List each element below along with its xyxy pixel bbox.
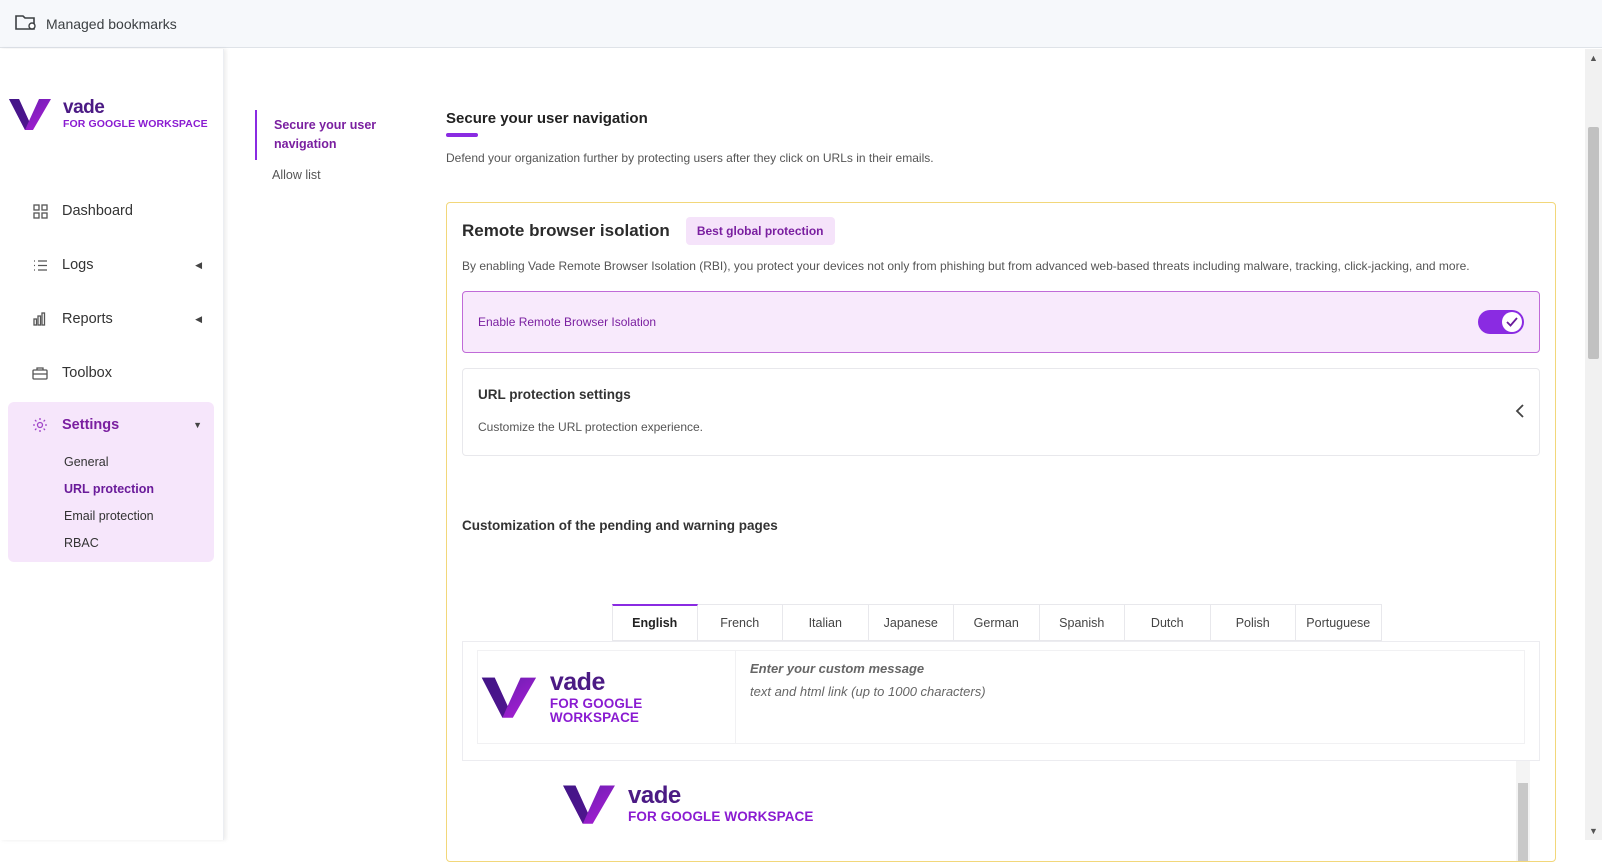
sidebar-item-settings[interactable]: Settings ▼ xyxy=(8,402,214,448)
anchor-nav: Secure your user navigation Allow list xyxy=(255,110,405,191)
tab-polish[interactable]: Polish xyxy=(1210,604,1296,641)
tab-italian[interactable]: Italian xyxy=(783,604,869,641)
url-protection-settings-panel[interactable]: URL protection settings Customize the UR… xyxy=(462,368,1540,456)
url-settings-description: Customize the URL protection experience. xyxy=(478,420,703,434)
rbi-card: Remote browser isolation Best global pro… xyxy=(446,202,1556,862)
custom-message-editor: vade FOR GOOGLE WORKSPACE Enter your cus… xyxy=(462,641,1540,761)
page-scrollbar[interactable]: ▲ ▼ xyxy=(1585,49,1602,840)
tab-french[interactable]: French xyxy=(697,604,783,641)
url-settings-title: URL protection settings xyxy=(478,387,631,402)
preview-scrollbar-thumb[interactable] xyxy=(1518,783,1528,861)
page-description: Defend your organization further by prot… xyxy=(446,151,934,165)
best-protection-badge: Best global protection xyxy=(685,217,835,245)
rbi-toggle-label: Enable Remote Browser Isolation xyxy=(478,315,657,329)
title-underline xyxy=(446,133,478,137)
sidebar-item-label: Settings xyxy=(62,417,120,433)
editor-brand-logo: vade FOR GOOGLE WORKSPACE xyxy=(478,651,736,743)
scroll-up-icon[interactable]: ▲ xyxy=(1589,53,1598,63)
tab-portuguese[interactable]: Portuguese xyxy=(1296,604,1382,641)
brand-subtitle: FOR GOOGLE WORKSPACE xyxy=(63,118,208,131)
sidebar-item-dashboard[interactable]: Dashboard xyxy=(8,184,214,238)
brand-name: vade xyxy=(549,668,605,696)
managed-bookmarks-folder[interactable]: Managed bookmarks xyxy=(14,12,177,35)
chevron-left-icon[interactable] xyxy=(1515,403,1525,424)
sidebar-subitem-general[interactable]: General xyxy=(8,448,214,475)
anchor-allow-list[interactable]: Allow list xyxy=(255,160,405,191)
rbi-title: Remote browser isolation xyxy=(462,221,670,240)
vade-logo-icon xyxy=(9,99,51,130)
custom-message-input[interactable]: Enter your custom message text and html … xyxy=(736,651,1000,743)
message-placeholder: Enter your custom message xyxy=(750,661,925,676)
caret-down-icon: ▼ xyxy=(193,420,202,430)
caret-left-icon: ◀ xyxy=(195,313,202,324)
rbi-description: By enabling Vade Remote Browser Isolatio… xyxy=(462,259,1470,273)
gear-icon xyxy=(32,417,48,433)
sidebar: vade FOR GOOGLE WORKSPACE Dashboard Logs… xyxy=(0,49,224,840)
sidebar-item-label: Dashboard xyxy=(62,203,133,219)
brand-name: vade xyxy=(63,97,105,119)
tab-english[interactable]: English xyxy=(612,604,698,641)
preview-brand-logo: vade FOR GOOGLE WORKSPACE xyxy=(560,783,1516,825)
sidebar-subitem-email-protection[interactable]: Email protection xyxy=(8,502,214,529)
rbi-toggle-row: Enable Remote Browser Isolation xyxy=(462,291,1540,353)
scroll-down-icon[interactable]: ▼ xyxy=(1589,826,1598,836)
sidebar-item-label: Logs xyxy=(62,257,94,273)
sidebar-group-settings: Settings ▼ General URL protection Email … xyxy=(8,402,214,562)
sidebar-subitem-url-protection[interactable]: URL protection xyxy=(8,475,214,502)
brand-subtitle: FOR GOOGLE WORKSPACE xyxy=(549,696,643,725)
main-content: Secure your user navigation Defend your … xyxy=(446,110,1556,862)
sidebar-subitem-rbac[interactable]: RBAC xyxy=(8,529,214,556)
folder-gear-icon xyxy=(14,12,38,35)
tab-spanish[interactable]: Spanish xyxy=(1039,604,1125,641)
rbi-toggle[interactable] xyxy=(1478,310,1524,334)
brand-subtitle: FOR GOOGLE WORKSPACE xyxy=(628,809,814,825)
tab-german[interactable]: German xyxy=(954,604,1040,641)
sidebar-item-label: Reports xyxy=(62,311,113,327)
tab-japanese[interactable]: Japanese xyxy=(868,604,954,641)
toolbox-icon xyxy=(32,365,48,381)
bar-chart-icon xyxy=(32,311,48,327)
sidebar-nav: Dashboard Logs ◀ Reports ◀ Toolbox Setti… xyxy=(8,184,214,562)
language-tabs: English French Italian Japanese German S… xyxy=(612,604,1382,641)
message-hint: text and html link (up to 1000 character… xyxy=(750,684,986,699)
sidebar-item-reports[interactable]: Reports ◀ xyxy=(8,292,214,346)
anchor-secure-navigation[interactable]: Secure your user navigation xyxy=(255,110,405,160)
bookmarks-bar: Managed bookmarks xyxy=(0,0,1602,48)
page-title: Secure your user navigation xyxy=(446,110,648,127)
vade-logo-icon xyxy=(563,785,615,824)
vade-logo-icon xyxy=(481,677,537,718)
caret-left-icon: ◀ xyxy=(195,259,202,270)
grid-icon xyxy=(32,203,48,219)
sidebar-item-logs[interactable]: Logs ◀ xyxy=(8,238,214,292)
check-icon xyxy=(1502,312,1522,332)
tab-dutch[interactable]: Dutch xyxy=(1125,604,1211,641)
page-preview: vade FOR GOOGLE WORKSPACE xyxy=(462,761,1516,861)
managed-bookmarks-label: Managed bookmarks xyxy=(46,15,177,32)
brand-name: vade xyxy=(628,782,681,810)
customization-title: Customization of the pending and warning… xyxy=(462,518,778,533)
page-scrollbar-thumb[interactable] xyxy=(1588,127,1599,359)
sidebar-item-label: Toolbox xyxy=(62,365,112,381)
sidebar-item-toolbox[interactable]: Toolbox xyxy=(8,346,214,400)
brand-logo[interactable]: vade FOR GOOGLE WORKSPACE xyxy=(7,97,208,131)
preview-scrollbar[interactable] xyxy=(1516,761,1530,861)
list-icon xyxy=(32,257,48,273)
